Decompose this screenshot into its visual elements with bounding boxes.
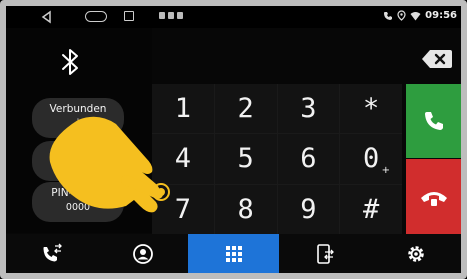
key-digit: 8: [237, 193, 254, 225]
status-indicators: 09:56: [383, 10, 457, 21]
pin-value: 0000: [65, 202, 91, 213]
wifi-icon: [410, 11, 421, 20]
key-0[interactable]: 0 +: [340, 134, 402, 184]
key-7[interactable]: 7: [152, 184, 214, 234]
home-icon[interactable]: [85, 11, 107, 22]
hangup-button[interactable]: [406, 159, 461, 234]
key-digit: 5: [237, 143, 254, 175]
status-bar: 09:56: [6, 6, 461, 28]
connected-device-button[interactable]: Verbunden i: [32, 98, 124, 138]
key-4[interactable]: 4: [152, 134, 214, 184]
key-digit: 1: [174, 93, 191, 125]
key-5[interactable]: 5: [214, 134, 277, 184]
key-digit: #: [362, 193, 380, 225]
connected-device-name: i: [76, 118, 80, 129]
pin-label: PIN-Codes: [51, 187, 105, 199]
key-3[interactable]: 3: [277, 84, 340, 134]
nav-contacts[interactable]: [97, 234, 188, 273]
location-icon: [397, 10, 406, 21]
back-icon[interactable]: [40, 10, 54, 24]
key-6[interactable]: 6: [277, 134, 340, 184]
key-hash[interactable]: #: [340, 184, 402, 234]
device-option-button[interactable]: [32, 141, 124, 181]
phone-sync-icon: [316, 243, 334, 264]
bottom-navigation: [6, 234, 461, 273]
notification-icons: [159, 12, 183, 19]
key-digit: 4: [174, 143, 191, 175]
call-button[interactable]: [406, 84, 461, 158]
key-digit: 9: [300, 193, 317, 225]
nav-settings[interactable]: [370, 234, 461, 273]
key-digit: 3: [300, 93, 317, 125]
key-digit: *: [362, 93, 380, 125]
nav-phone-sync[interactable]: [279, 234, 370, 273]
call-transfer-icon: [43, 243, 62, 261]
phone-status-icon: [384, 11, 393, 20]
phone-call-icon: [424, 112, 443, 130]
settings-icon: [407, 245, 424, 262]
dial-keypad: 1 2 3 * 4 5 6 0 + 7 8 9 #: [152, 84, 402, 234]
connection-panel: Verbunden i PIN-Codes 0000: [6, 28, 152, 233]
clock: 09:56: [425, 10, 457, 21]
key-digit: 0: [362, 143, 380, 175]
key-9[interactable]: 9: [277, 184, 340, 234]
key-plus-sub: +: [381, 164, 390, 176]
dialpad-icon: [225, 245, 242, 262]
nav-dialpad[interactable]: [188, 234, 279, 273]
key-digit: 7: [174, 193, 191, 225]
key-1[interactable]: 1: [152, 84, 214, 134]
key-star[interactable]: *: [340, 84, 402, 134]
pin-code-button[interactable]: PIN-Codes 0000: [32, 182, 124, 222]
contacts-icon: [132, 243, 153, 264]
key-digit: 2: [237, 93, 254, 125]
nav-call-transfer[interactable]: [6, 234, 97, 273]
recent-apps-icon[interactable]: [124, 11, 134, 21]
key-2[interactable]: 2: [214, 84, 277, 134]
key-digit: 6: [300, 143, 317, 175]
key-8[interactable]: 8: [214, 184, 277, 234]
bluetooth-icon: [62, 49, 78, 75]
connected-label: Verbunden: [49, 103, 107, 115]
phone-hangup-icon: [420, 191, 447, 206]
backspace-icon[interactable]: [420, 48, 454, 70]
phone-screen: 09:56 Verbunden i PIN-Codes 0000 1 2 3 *…: [6, 6, 461, 273]
